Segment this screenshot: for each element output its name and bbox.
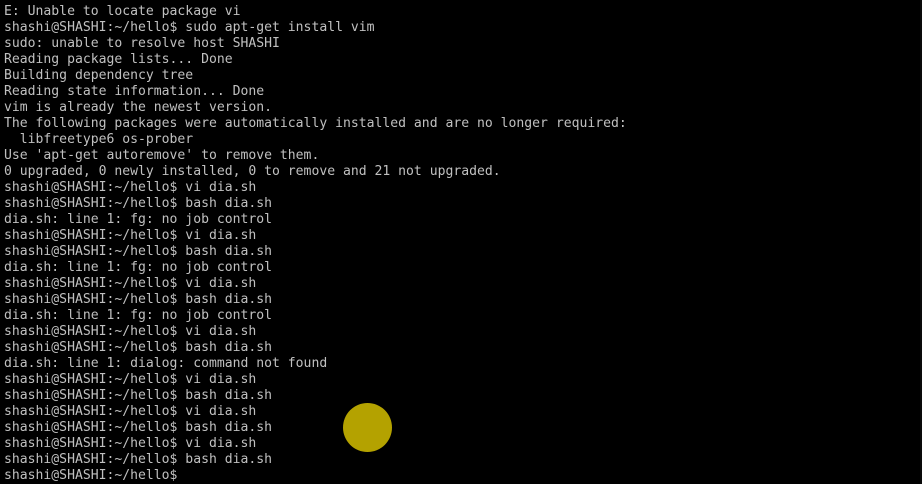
terminal-line: shashi@SHASHI:~/hello$ vi dia.sh	[4, 276, 257, 291]
terminal-line: dia.sh: line 1: dialog: command not foun…	[4, 356, 328, 371]
terminal-line: shashi@SHASHI:~/hello$ vi dia.sh	[4, 372, 257, 387]
terminal-line: shashi@SHASHI:~/hello$ bash dia.sh	[4, 196, 273, 211]
click-highlight-icon	[343, 403, 392, 452]
terminal-line: 0 upgraded, 0 newly installed, 0 to remo…	[4, 164, 501, 179]
terminal-line: sudo: unable to resolve host SHASHI	[4, 36, 280, 51]
terminal-line: E: Unable to locate package vi	[4, 4, 241, 19]
terminal-line: shashi@SHASHI:~/hello$ vi dia.sh	[4, 180, 257, 195]
terminal-line: Building dependency tree	[4, 68, 194, 83]
terminal-line: The following packages were automaticall…	[4, 116, 627, 131]
terminal-line: Reading package lists... Done	[4, 52, 233, 67]
terminal-line: shashi@SHASHI:~/hello$ vi dia.sh	[4, 436, 257, 451]
terminal-line: shashi@SHASHI:~/hello$ vi dia.sh	[4, 404, 257, 419]
terminal-line: shashi@SHASHI:~/hello$ vi dia.sh	[4, 324, 257, 339]
terminal-line: libfreetype6 os-prober	[4, 132, 194, 147]
terminal-line: shashi@SHASHI:~/hello$ bash dia.sh	[4, 292, 273, 307]
terminal-line: shashi@SHASHI:~/hello$ bash dia.sh	[4, 340, 273, 355]
terminal-line: shashi@SHASHI:~/hello$ vi dia.sh	[4, 228, 257, 243]
terminal-line: dia.sh: line 1: fg: no job control	[4, 308, 273, 323]
terminal-line: Reading state information... Done	[4, 84, 265, 99]
terminal-prompt-line[interactable]: shashi@SHASHI:~/hello$	[4, 468, 627, 484]
terminal-window[interactable]: E: Unable to locate package vi shashi@SHA…	[0, 0, 922, 484]
terminal-prompt: shashi@SHASHI:~/hello$	[4, 468, 186, 483]
text-cursor	[185, 468, 194, 481]
terminal-line: dia.sh: line 1: fg: no job control	[4, 212, 273, 227]
terminal-line: shashi@SHASHI:~/hello$ bash dia.sh	[4, 420, 273, 435]
terminal-line: shashi@SHASHI:~/hello$ bash dia.sh	[4, 452, 273, 467]
terminal-line: shashi@SHASHI:~/hello$ bash dia.sh	[4, 388, 273, 403]
terminal-line: vim is already the newest version.	[4, 100, 273, 115]
terminal-output[interactable]: E: Unable to locate package vi shashi@SHA…	[4, 4, 627, 484]
terminal-line: shashi@SHASHI:~/hello$ bash dia.sh	[4, 244, 273, 259]
terminal-line: dia.sh: line 1: fg: no job control	[4, 260, 273, 275]
terminal-line: Use 'apt-get autoremove' to remove them.	[4, 148, 320, 163]
terminal-line: shashi@SHASHI:~/hello$ sudo apt-get inst…	[4, 20, 375, 35]
